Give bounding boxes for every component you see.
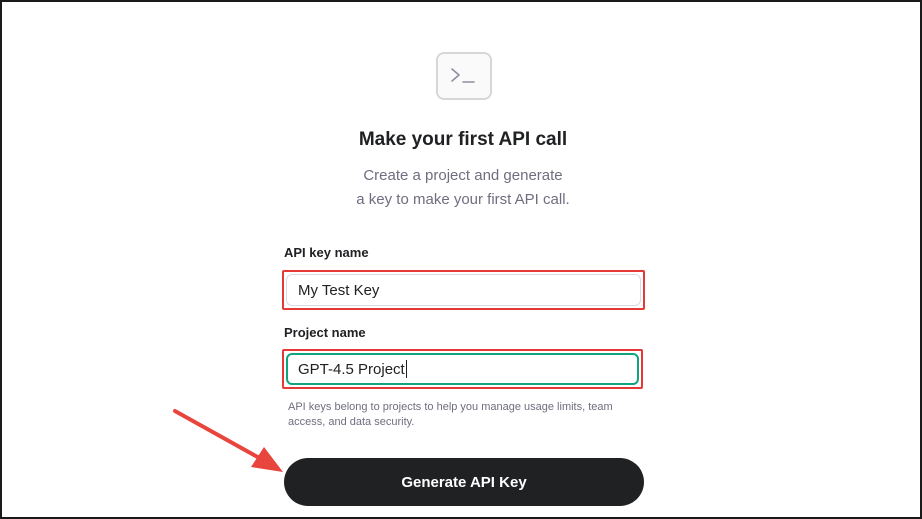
subtitle-line-2: a key to make your first API call. xyxy=(356,191,570,208)
project-name-input[interactable]: GPT-4.5 Project xyxy=(286,353,639,385)
text-caret xyxy=(405,360,407,378)
helper-text: API keys belong to projects to help you … xyxy=(288,401,613,428)
api-key-name-label: API key name xyxy=(284,245,369,260)
subtitle-line-1: Create a project and generate xyxy=(363,167,563,184)
generate-api-key-button[interactable]: Generate API Key xyxy=(284,458,644,506)
terminal-icon xyxy=(436,52,492,100)
annotation-arrow-icon xyxy=(173,409,283,472)
api-key-name-highlight: My Test Key xyxy=(282,270,645,310)
page-subtitle: Create a project and generate a key to m… xyxy=(313,164,613,212)
api-key-name-value: My Test Key xyxy=(298,281,380,299)
project-name-label: Project name xyxy=(284,325,366,340)
api-key-name-input[interactable]: My Test Key xyxy=(286,274,641,306)
project-name-value: GPT-4.5 Project xyxy=(298,360,405,378)
page-frame: Make your first API call Create a projec… xyxy=(0,0,922,519)
page-title: Make your first API call xyxy=(358,129,568,150)
project-name-highlight: GPT-4.5 Project xyxy=(282,349,643,389)
